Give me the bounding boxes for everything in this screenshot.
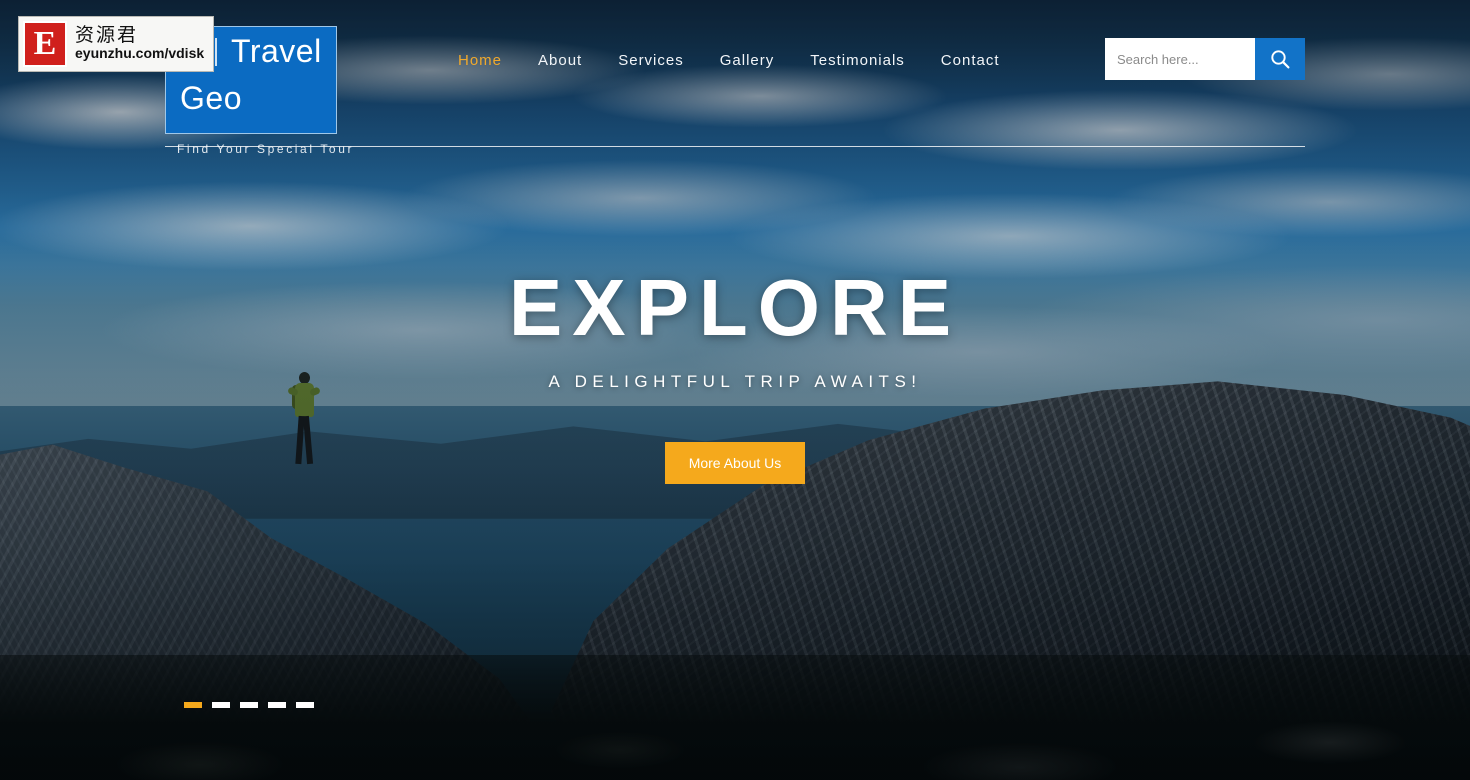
carousel-indicators [184, 702, 314, 708]
watermark-url: eyunzhu.com/vdisk [75, 45, 205, 62]
main-navigation: Home About Services Gallery Testimonials… [440, 46, 1018, 75]
nav-item-services[interactable]: Services [600, 46, 702, 75]
brand-name-line1: Travel [230, 33, 322, 69]
search-icon [1271, 50, 1290, 69]
hero-slider-stage: T Travel Geo Find Your Special Tour Home… [0, 0, 1470, 780]
brand-tagline: Find Your Special Tour [177, 142, 355, 156]
watermark-text: 资源君 eyunzhu.com/vdisk [75, 24, 205, 62]
carousel-indicator-3[interactable] [240, 702, 258, 708]
watermark-chinese: 资源君 [75, 24, 139, 47]
nav-item-home[interactable]: Home [440, 46, 520, 75]
carousel-indicator-1[interactable] [184, 702, 202, 708]
nav-item-about[interactable]: About [520, 46, 600, 75]
hero-title: EXPLORE [508, 263, 962, 352]
vertical-bar-icon [214, 38, 217, 66]
more-about-us-button[interactable]: More About Us [664, 442, 806, 484]
search-input[interactable] [1105, 38, 1255, 80]
hero-content: EXPLORE A DELIGHTFUL TRIP AWAITS! More A… [0, 268, 1470, 484]
brand-name-line2: Geo [180, 80, 242, 116]
watermark-letter: E [33, 25, 57, 62]
watermark-badge-icon: E [23, 21, 67, 67]
carousel-indicator-4[interactable] [268, 702, 286, 708]
site-header: T Travel Geo Find Your Special Tour Home… [0, 0, 1470, 156]
carousel-indicator-2[interactable] [212, 702, 230, 708]
nav-item-contact[interactable]: Contact [923, 46, 1018, 75]
header-divider [165, 146, 1305, 147]
hero-subtitle: A DELIGHTFUL TRIP AWAITS! [548, 372, 922, 391]
carousel-indicator-5[interactable] [296, 702, 314, 708]
watermark-overlay: E 资源君 eyunzhu.com/vdisk [18, 16, 214, 72]
nav-item-testimonials[interactable]: Testimonials [792, 46, 923, 75]
nav-item-gallery[interactable]: Gallery [702, 46, 793, 75]
search-button[interactable] [1255, 38, 1305, 80]
search-form [1105, 38, 1305, 80]
